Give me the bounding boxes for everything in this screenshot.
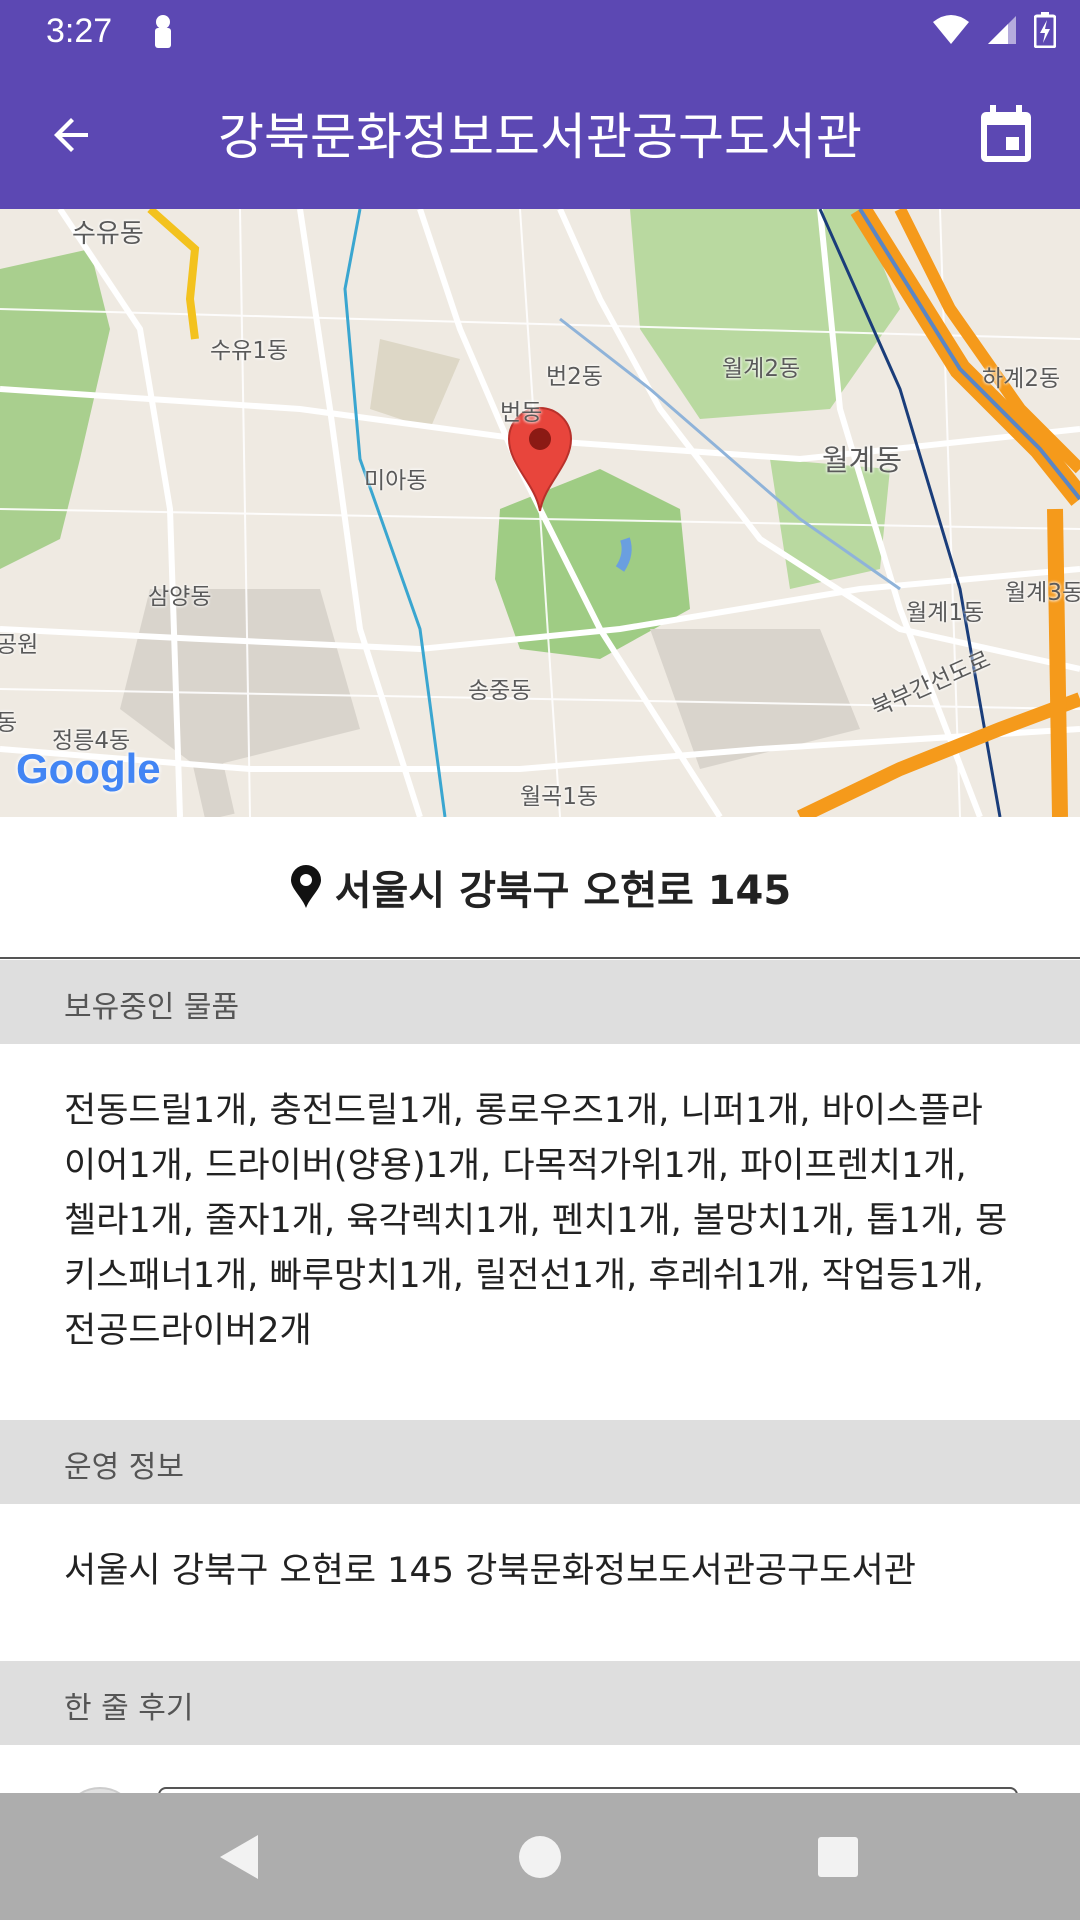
map-label: 미아동	[364, 468, 428, 494]
operation-info: 서울시 강북구 오현로 145 강북문화정보도서관공구도서관	[64, 1551, 916, 1591]
map-label: 월계동	[822, 443, 903, 477]
map-label: 월계1동	[906, 600, 985, 626]
navigation-bar	[0, 1793, 1080, 1920]
items-line: 전동드릴1개, 충전드릴1개, 롱로우즈1개, 니퍼1개, 바이스플라	[64, 1091, 983, 1131]
items-line: 첼라1개, 줄자1개, 육각렉치1개, 펜치1개, 볼망치1개, 톱1개, 몽	[64, 1201, 1008, 1241]
section-title: 보유중인 물품	[64, 990, 240, 1025]
map-label: 삼양동	[148, 584, 212, 610]
map-label: 월계2동	[722, 356, 801, 382]
map-label: 수유1동	[210, 338, 289, 364]
map-label: 하계2동	[982, 366, 1061, 392]
section-header-operation: 운영 정보	[0, 1420, 1080, 1504]
items-line: 이어1개, 드라이버(양용)1개, 다목적가위1개, 파이프렌치1개,	[64, 1146, 967, 1186]
nav-home-icon[interactable]	[512, 1829, 568, 1885]
map-label: 수유동	[72, 219, 144, 249]
section-title: 운영 정보	[64, 1450, 184, 1485]
items-line: 전공드라이버2개	[64, 1311, 312, 1351]
back-arrow-icon[interactable]	[44, 105, 104, 165]
calendar-icon[interactable]	[976, 103, 1036, 165]
map-label: 동	[0, 710, 18, 736]
nav-recents-icon[interactable]	[810, 1829, 866, 1885]
items-line: 키스패너1개, 빠루망치1개, 릴전선1개, 후레쉬1개, 작업등1개,	[64, 1256, 984, 1296]
map-label: 월계3동	[1005, 580, 1080, 606]
app-bar: 강북문화정보도서관공구도서관	[0, 63, 1080, 209]
location-pin-icon	[290, 865, 321, 908]
map-label: 송중동	[468, 678, 532, 704]
status-time: 3:27	[46, 12, 113, 50]
signal-icon	[988, 16, 1016, 44]
review-input-row	[0, 1745, 1080, 1793]
map-label: 번2동	[546, 364, 603, 390]
wifi-icon	[933, 15, 969, 44]
map-view[interactable]: 수유동 수유1동 번2동 월계2동 하계2동 미아동 월계동 삼양동 월계1동 …	[0, 209, 1080, 817]
status-icons	[932, 12, 1056, 48]
notification-icon	[155, 15, 171, 48]
address-text: 서울시 강북구 오현로 145	[334, 868, 792, 914]
address-row: 서울시 강북구 오현로 145	[0, 817, 1080, 959]
status-bar: 3:27	[0, 0, 1080, 63]
section-title: 한 줄 후기	[64, 1691, 194, 1726]
page-title: 강북문화정보도서관공구도서관	[218, 108, 862, 166]
map-label: 월곡1동	[520, 784, 599, 810]
section-header-review: 한 줄 후기	[0, 1661, 1080, 1745]
battery-icon	[1034, 12, 1056, 48]
nav-back-icon[interactable]	[212, 1829, 268, 1885]
items-list: 전동드릴1개, 충전드릴1개, 롱로우즈1개, 니퍼1개, 바이스플라 이어1개…	[64, 1084, 1020, 1359]
google-logo: Google	[16, 745, 161, 792]
section-header-items: 보유중인 물품	[0, 960, 1080, 1044]
map-label: 번동	[500, 400, 543, 426]
map-label: 공원	[0, 632, 39, 658]
map-canvas	[0, 209, 1080, 817]
